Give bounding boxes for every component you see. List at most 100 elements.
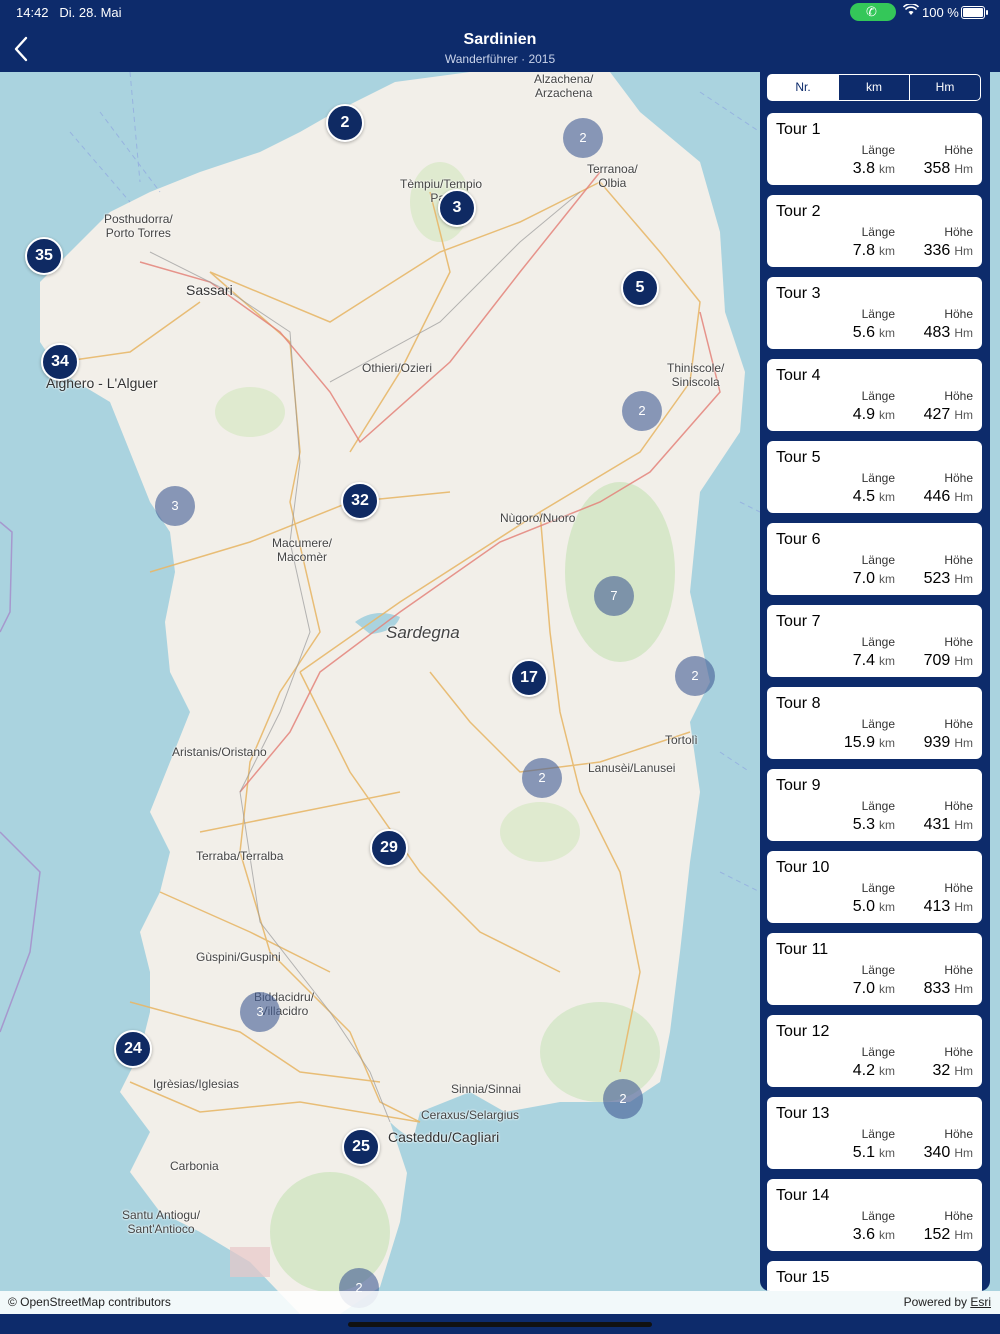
tour-name: Tour 1 (776, 121, 821, 138)
tour-name: Tour 2 (776, 203, 821, 220)
height-value: 358 Hm (923, 160, 973, 177)
height-label: Höhe (944, 225, 973, 239)
home-indicator (0, 1314, 1000, 1334)
tour-marker[interactable]: 3 (438, 189, 476, 227)
place-label: Aristanis/Oristano (172, 745, 267, 759)
height-label: Höhe (944, 1209, 973, 1223)
tour-marker[interactable]: 29 (370, 829, 408, 867)
length-label: Länge (861, 963, 895, 977)
tour-marker[interactable]: 32 (341, 482, 379, 520)
esri-attribution[interactable]: Powered by Esri (904, 1295, 991, 1309)
height-value: 483 Hm (923, 324, 973, 341)
tour-name: Tour 6 (776, 531, 821, 548)
map-cluster[interactable]: 2 (603, 1079, 643, 1119)
length-value: 5.0 km (852, 898, 895, 915)
length-value: 7.4 km (852, 652, 895, 669)
tour-card[interactable]: Tour 10 Länge Höhe 5.0 km 413 Hm (767, 851, 982, 923)
map-cluster[interactable]: 7 (594, 576, 634, 616)
place-label: Terranoa/Olbia (587, 162, 638, 190)
height-value: 152 Hm (923, 1226, 973, 1243)
tour-marker[interactable]: 35 (25, 237, 63, 275)
map-cluster[interactable]: 2 (522, 758, 562, 798)
sort-by-number[interactable]: Nr. (768, 75, 838, 100)
length-value: 7.8 km (852, 242, 895, 259)
tour-card[interactable]: Tour 8 Länge Höhe 15.9 km 939 Hm (767, 687, 982, 759)
tour-card[interactable]: Tour 6 Länge Höhe 7.0 km 523 Hm (767, 523, 982, 595)
tour-card[interactable]: Tour 13 Länge Höhe 5.1 km 340 Hm (767, 1097, 982, 1169)
length-label: Länge (861, 471, 895, 485)
tour-card[interactable]: Tour 2 Länge Höhe 7.8 km 336 Hm (767, 195, 982, 267)
call-indicator[interactable]: ✆ (850, 3, 896, 21)
tour-card[interactable]: Tour 4 Länge Höhe 4.9 km 427 Hm (767, 359, 982, 431)
place-label: Lanusèi/Lanusei (588, 761, 676, 775)
sort-segmented-control[interactable]: Nr. km Hm (767, 74, 981, 101)
height-value: 446 Hm (923, 488, 973, 505)
length-label: Länge (861, 881, 895, 895)
tour-card[interactable]: Tour 12 Länge Höhe 4.2 km 32 Hm (767, 1015, 982, 1087)
map-cluster[interactable]: 2 (675, 656, 715, 696)
map-cluster[interactable]: 3 (155, 486, 195, 526)
place-label: Gùspini/Guspini (196, 950, 281, 964)
length-label: Länge (861, 389, 895, 403)
height-label: Höhe (944, 307, 973, 321)
tour-name: Tour 12 (776, 1023, 830, 1040)
tour-marker[interactable]: 24 (114, 1030, 152, 1068)
tour-card[interactable]: Tour 11 Länge Höhe 7.0 km 833 Hm (767, 933, 982, 1005)
osm-attribution[interactable]: © OpenStreetMap contributors (8, 1295, 171, 1309)
tour-card[interactable]: Tour 14 Länge Höhe 3.6 km 152 Hm (767, 1179, 982, 1251)
map-cluster[interactable]: 3 (240, 992, 280, 1032)
place-label: Posthudorra/Porto Torres (104, 212, 173, 240)
page-title: Sardinien (463, 31, 537, 48)
tour-marker[interactable]: 2 (326, 104, 364, 142)
map-cluster[interactable]: 2 (622, 391, 662, 431)
sort-by-km[interactable]: km (838, 75, 909, 100)
tour-card[interactable]: Tour 15 (767, 1261, 982, 1291)
place-label: Sinnia/Sinnai (451, 1082, 522, 1096)
height-value: 523 Hm (923, 570, 973, 587)
map-attribution: © OpenStreetMap contributors Powered by … (0, 1291, 1000, 1314)
sort-by-hm[interactable]: Hm (909, 75, 980, 100)
tour-name: Tour 15 (776, 1269, 830, 1286)
place-label: Sassari (186, 282, 233, 298)
map-cluster[interactable]: 2 (563, 118, 603, 158)
tour-name: Tour 11 (776, 941, 829, 958)
page-subtitle: Wanderführer · 2015 (444, 52, 556, 66)
tour-card[interactable]: Tour 3 Länge Höhe 5.6 km 483 Hm (767, 277, 982, 349)
tour-name: Tour 8 (776, 695, 821, 712)
tour-name: Tour 13 (776, 1105, 830, 1122)
length-label: Länge (861, 1127, 895, 1141)
tour-marker[interactable]: 17 (510, 659, 548, 697)
tour-card[interactable]: Tour 9 Länge Höhe 5.3 km 431 Hm (767, 769, 982, 841)
tour-name: Tour 14 (776, 1187, 830, 1204)
height-label: Höhe (944, 799, 973, 813)
place-label: Igrèsias/Iglesias (153, 1077, 240, 1091)
length-value: 4.9 km (852, 406, 895, 423)
tour-marker[interactable]: 5 (621, 269, 659, 307)
length-value: 5.1 km (852, 1144, 895, 1161)
navigation-bar: Sardinien Wanderführer · 2015 (0, 26, 1000, 72)
tour-list-panel[interactable]: Nr. km Hm Tour 1 Länge Höhe 3.8 km 358 Hm Tour … (760, 72, 990, 1291)
length-value: 4.5 km (852, 488, 895, 505)
height-label: Höhe (944, 717, 973, 731)
tour-marker[interactable]: 25 (342, 1128, 380, 1166)
place-label: Carbonia (170, 1159, 219, 1173)
length-label: Länge (861, 307, 895, 321)
length-value: 3.6 km (852, 1226, 895, 1243)
height-label: Höhe (944, 553, 973, 567)
battery-icon (961, 6, 988, 19)
length-value: 7.0 km (852, 570, 895, 587)
region-label: Sardegna (386, 623, 460, 642)
tour-card[interactable]: Tour 7 Länge Höhe 7.4 km 709 Hm (767, 605, 982, 677)
place-label: Terraba/Terralba (196, 849, 284, 863)
length-value: 5.6 km (852, 324, 895, 341)
length-value: 4.2 km (852, 1062, 895, 1079)
tour-card[interactable]: Tour 1 Länge Höhe 3.8 km 358 Hm (767, 113, 982, 185)
tour-marker[interactable]: 34 (41, 343, 79, 381)
length-label: Länge (861, 143, 895, 157)
tour-card[interactable]: Tour 5 Länge Höhe 4.5 km 446 Hm (767, 441, 982, 513)
height-label: Höhe (944, 1127, 973, 1141)
tour-name: Tour 5 (776, 449, 821, 466)
wifi-icon (902, 3, 920, 19)
place-label: Alzachena/Arzachena (534, 72, 594, 100)
height-value: 427 Hm (923, 406, 973, 423)
